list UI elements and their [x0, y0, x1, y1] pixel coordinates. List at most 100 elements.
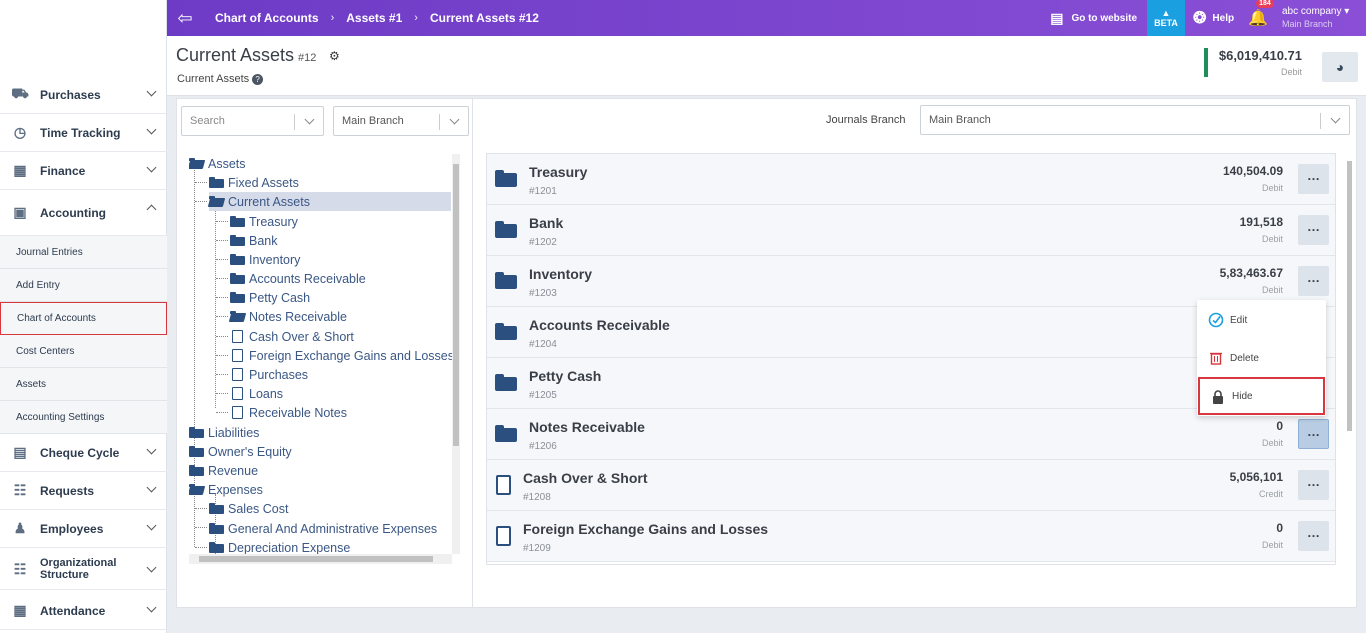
tree-node-label: Cash Over & Short	[249, 329, 354, 344]
breadcrumb-assets[interactable]: Assets #1	[346, 11, 402, 25]
account-name[interactable]: Foreign Exchange Gains and Losses	[523, 521, 768, 537]
tree-node-revenue[interactable]: Revenue	[189, 461, 258, 480]
edit-icon	[1208, 312, 1224, 328]
tree-node-receivable-notes[interactable]: Receivable Notes	[232, 403, 347, 422]
sidebar-sub-journal-entries[interactable]: Journal Entries	[0, 236, 167, 269]
tree-node-label: Bank	[249, 233, 278, 248]
file-icon	[232, 406, 243, 419]
account-name[interactable]: Notes Receivable	[529, 419, 645, 435]
menu-item-delete[interactable]: Delete	[1198, 340, 1325, 376]
chevron-down-icon	[304, 114, 315, 125]
truck-icon: ⛟	[11, 85, 29, 101]
tree-node-liabilities[interactable]: Liabilities	[189, 423, 259, 442]
scroll-thumb[interactable]	[199, 556, 433, 562]
pie-chart-button[interactable]: ◕	[1322, 52, 1358, 82]
search-select[interactable]: Search	[181, 106, 324, 136]
sidebar-sub-cost-centers[interactable]: Cost Centers	[0, 335, 167, 368]
account-name[interactable]: Treasury	[529, 164, 587, 180]
more-options-button[interactable]: …	[1298, 215, 1329, 245]
sidebar-item-finance[interactable]: ▦ Finance	[0, 152, 167, 190]
account-name[interactable]: Inventory	[529, 266, 592, 282]
scroll-thumb[interactable]	[1347, 161, 1352, 431]
tree-node-fixed-assets[interactable]: Fixed Assets	[209, 173, 299, 192]
journals-branch-select[interactable]: Main Branch	[920, 105, 1350, 135]
tree-node-sales-cost[interactable]: Sales Cost	[209, 499, 288, 518]
tree-node-purchases[interactable]: Purchases	[232, 365, 308, 384]
folder-icon	[495, 374, 517, 391]
more-options-button[interactable]: …	[1298, 266, 1329, 296]
folder-icon	[189, 465, 204, 476]
help-link[interactable]: ❂ Help	[1193, 8, 1234, 28]
folder-icon	[230, 216, 245, 227]
sidebar-item-organizational-structure[interactable]: ☷ Organizational Structure	[0, 548, 167, 590]
sidebar-sub-chart-of-accounts[interactable]: Chart of Accounts	[0, 302, 167, 335]
more-options-button[interactable]: …	[1298, 419, 1329, 449]
tree-node-label: Owner's Equity	[208, 444, 292, 459]
account-name[interactable]: Petty Cash	[529, 368, 601, 384]
more-options-button[interactable]: …	[1298, 521, 1329, 551]
bell-icon[interactable]: 🔔 184	[1248, 0, 1274, 28]
account-name[interactable]: Cash Over & Short	[523, 470, 647, 486]
account-row-foreign-exchange[interactable]: Foreign Exchange Gains and Losses #1209 …	[487, 511, 1335, 562]
account-amount: 0	[1276, 419, 1283, 433]
menu-item-edit[interactable]: Edit	[1198, 302, 1325, 338]
more-options-button[interactable]: …	[1298, 164, 1329, 194]
go-to-website-link[interactable]: ▤ Go to website	[1050, 10, 1137, 27]
tree-node-expenses[interactable]: Expenses	[189, 480, 263, 499]
tree-vertical-scrollbar[interactable]	[452, 154, 460, 554]
account-name[interactable]: Bank	[529, 215, 563, 231]
tree-node-treasury[interactable]: Treasury	[230, 212, 298, 231]
account-amount: 5,056,101	[1229, 470, 1283, 484]
account-name[interactable]: Accounts Receivable	[529, 317, 670, 333]
account-row-cash-over-short[interactable]: Cash Over & Short #1208 5,056,101 Credit…	[487, 460, 1335, 511]
more-options-button[interactable]: …	[1298, 470, 1329, 500]
question-icon[interactable]: ?	[252, 74, 264, 85]
menu-item-hide[interactable]: Hide	[1198, 377, 1325, 415]
tree-node-notes-receivable[interactable]: Notes Receivable	[230, 307, 347, 326]
file-icon	[232, 330, 243, 343]
branch-select[interactable]: Main Branch	[333, 106, 469, 136]
menu-item-label: Edit	[1230, 314, 1248, 326]
sidebar-item-accounting[interactable]: ▣ Accounting	[0, 190, 167, 236]
tree-node-foreign-exchange[interactable]: Foreign Exchange Gains and Losses	[232, 346, 454, 365]
sidebar-item-attendance[interactable]: ▦ Attendance	[0, 592, 167, 630]
tree-node-owners-equity[interactable]: Owner's Equity	[189, 442, 292, 461]
tree-node-assets[interactable]: Assets	[189, 154, 246, 173]
tree-node-accounts-receivable[interactable]: Accounts Receivable	[230, 269, 366, 288]
sidebar-item-cheque-cycle[interactable]: ▤ Cheque Cycle	[0, 434, 167, 472]
sidebar-item-time-tracking[interactable]: ◷ Time Tracking	[0, 114, 167, 152]
tree-node-cash-over-short[interactable]: Cash Over & Short	[232, 327, 354, 346]
tree-node-inventory[interactable]: Inventory	[230, 250, 300, 269]
tree-node-label: Assets	[208, 156, 246, 171]
company-menu[interactable]: abc company ▾ Main Branch	[1282, 6, 1366, 30]
accounts-scrollbar[interactable]	[1346, 153, 1354, 565]
account-row-treasury[interactable]: Treasury #1201 140,504.09 Debit …	[487, 154, 1335, 205]
tree-node-current-assets[interactable]: Current Assets	[209, 192, 451, 211]
account-row-notes-receivable[interactable]: Notes Receivable #1206 0 Debit …	[487, 409, 1335, 460]
sidebar-item-label: Organizational Structure	[40, 556, 117, 581]
chevron-down-icon	[146, 444, 157, 455]
tree-node-bank[interactable]: Bank	[230, 231, 278, 250]
sidebar-item-label: Cheque Cycle	[40, 445, 120, 460]
tree-node-general-admin-expenses[interactable]: General And Administrative Expenses	[209, 519, 437, 538]
breadcrumb-chart-of-accounts[interactable]: Chart of Accounts	[215, 11, 319, 25]
divider	[439, 114, 440, 130]
beta-button[interactable]: ▲ BETA	[1147, 0, 1185, 36]
gear-icon[interactable]: ⚙	[329, 49, 340, 63]
breadcrumb-separator-icon: ›	[330, 12, 335, 24]
back-arrow-icon[interactable]: ⇦	[167, 0, 203, 36]
tree-horizontal-scrollbar[interactable]	[189, 554, 452, 564]
balance-type: Debit	[1280, 67, 1302, 77]
sidebar-item-employees[interactable]: ♟ Employees	[0, 510, 167, 548]
tree-node-loans[interactable]: Loans	[232, 384, 283, 403]
account-code: #1203	[529, 288, 557, 299]
tree-node-label: Accounts Receivable	[249, 271, 366, 286]
tree-node-petty-cash[interactable]: Petty Cash	[230, 288, 310, 307]
sidebar-sub-assets[interactable]: Assets	[0, 368, 167, 401]
sidebar-sub-accounting-settings[interactable]: Accounting Settings	[0, 401, 167, 434]
sidebar-item-purchases[interactable]: ⛟ Purchases	[0, 76, 167, 114]
scroll-thumb[interactable]	[453, 164, 459, 446]
sidebar-item-requests[interactable]: ☷ Requests	[0, 472, 167, 510]
account-row-bank[interactable]: Bank #1202 191,518 Debit …	[487, 205, 1335, 256]
sidebar-sub-add-entry[interactable]: Add Entry	[0, 269, 167, 302]
